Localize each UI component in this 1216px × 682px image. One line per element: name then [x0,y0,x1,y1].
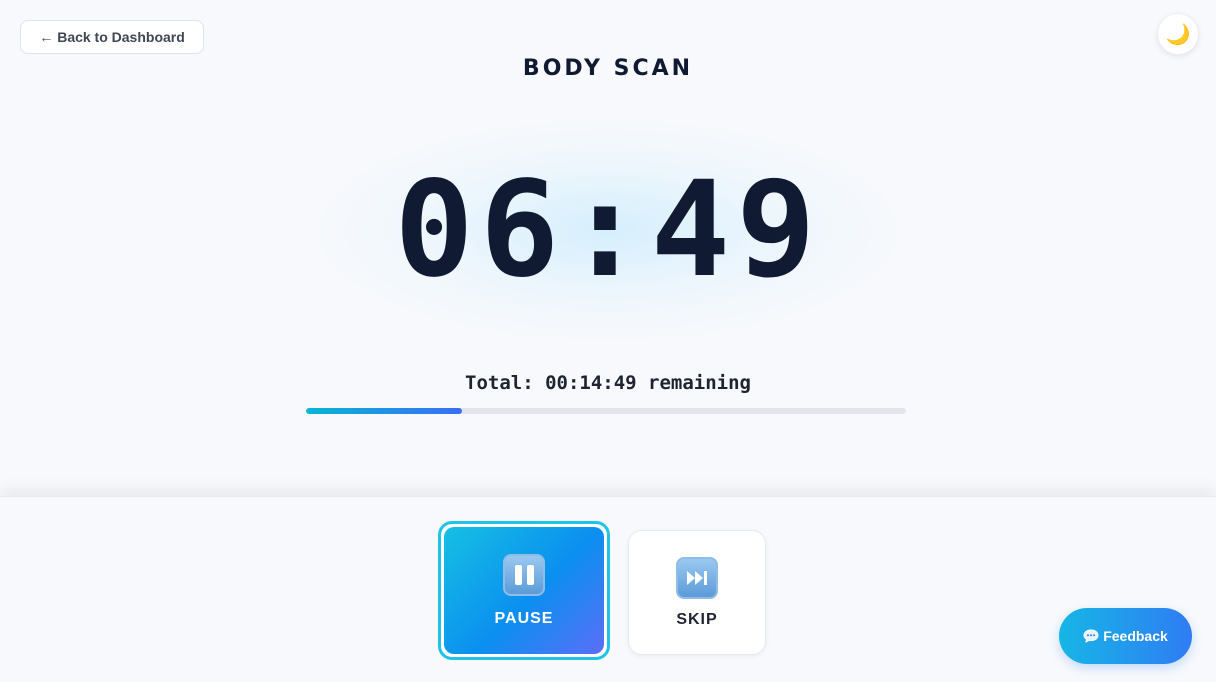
feedback-label: Feedback [1103,628,1168,644]
skip-forward-icon [676,556,718,599]
back-arrow-icon: ← [39,29,54,45]
session-progress-bar [306,408,906,414]
total-remaining-text: Total: 00:14:49 remaining [465,372,751,394]
pause-button[interactable]: PAUSE [438,521,610,660]
theme-toggle-button[interactable]: 🌙 [1157,13,1199,55]
moon-icon: 🌙 [1165,23,1191,46]
back-button-label: Back to Dashboard [57,29,185,45]
session-progress-fill [306,408,462,414]
countdown-timer: 06:49 [394,153,822,307]
skip-button[interactable]: SKIP [628,530,766,655]
session-title: BODY SCAN [522,56,694,81]
back-to-dashboard-button[interactable]: ← Back to Dashboard [20,20,204,54]
feedback-button[interactable]: Feedback [1059,608,1192,664]
pause-label: PAUSE [494,609,554,627]
pause-icon [503,553,545,596]
skip-label: SKIP [676,610,718,628]
chat-bubble-icon [1083,629,1099,643]
